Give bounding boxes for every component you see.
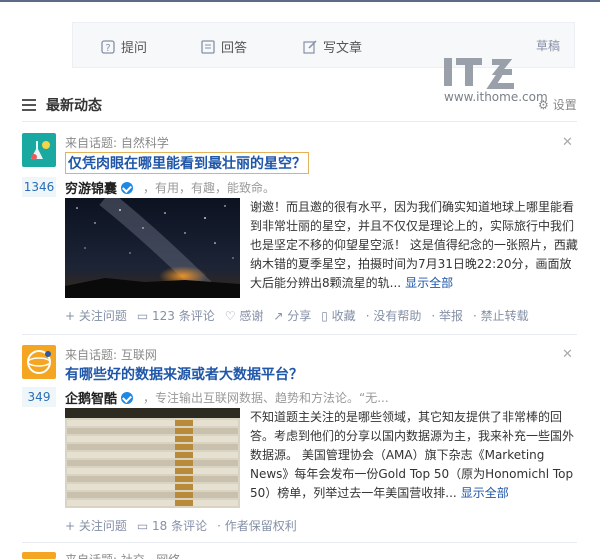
follow-question-button[interactable]: + 关注问题: [65, 307, 127, 324]
vote-count[interactable]: 349: [22, 387, 56, 407]
comment-icon: ▭: [136, 309, 153, 323]
ithome-logo-icon: [444, 58, 514, 89]
item-topic-source: 来自话题: 自然科学: [65, 136, 169, 150]
thumbnail-row: [67, 452, 238, 458]
flask-icon: [30, 141, 50, 160]
watermark-url: www.ithome.com: [444, 90, 548, 104]
thumbnail-row: [67, 500, 238, 506]
topic-avatar-science[interactable]: [22, 133, 56, 167]
answer-icon: [201, 39, 215, 54]
show-all-link[interactable]: 显示全部: [461, 486, 509, 500]
settings-button[interactable]: ⚙ 设置: [538, 96, 577, 113]
author-name[interactable]: 企鹅智酷: [65, 388, 117, 407]
show-all-link[interactable]: 显示全部: [405, 276, 453, 290]
gear-icon: ⚙: [538, 97, 549, 112]
collect-button[interactable]: ▯ 收藏: [321, 307, 355, 324]
write-article-button[interactable]: 写文章: [303, 37, 362, 56]
thumbnail-row: [67, 476, 238, 482]
follow-question-button[interactable]: + 关注问题: [65, 517, 127, 534]
heart-icon: ♡: [224, 309, 240, 323]
divider: [22, 334, 577, 335]
thumbnail-highlight-cell: [175, 444, 193, 450]
thumbnail-row: [67, 484, 238, 490]
feed-title: 最新动态: [46, 98, 102, 114]
thumbnail-highlight-cell: [175, 476, 193, 482]
comment-icon: ▭: [136, 519, 153, 533]
author-bio: ，有用，有趣，能致命。: [143, 181, 276, 195]
thumbnail-row: [67, 468, 238, 474]
pencil-icon: [303, 39, 317, 54]
item-topic-source: 来自话题: 互联网: [65, 348, 157, 362]
question-icon: ?: [101, 39, 115, 54]
svg-text:?: ?: [105, 43, 110, 54]
thumbnail-row: [67, 492, 238, 498]
feed-header: 最新动态: [22, 95, 102, 115]
ask-button[interactable]: ? 提问: [101, 37, 147, 56]
topic-avatar-internet[interactable]: [22, 345, 56, 379]
author-bio: ，专注输出互联网数据、趋势和方法论。“无...: [143, 391, 389, 405]
answer-excerpt: 不知道题主关注的是哪些领域，其它知友提供了非常棒的回答。考虑到他们的分享以国内数…: [250, 410, 575, 500]
verified-badge-icon: [121, 391, 134, 404]
thumbnail-row: [67, 460, 238, 466]
vote-count[interactable]: 1346: [22, 177, 56, 197]
list-icon: [22, 99, 36, 111]
thumbnail-highlight-cell: [175, 500, 193, 506]
question-title[interactable]: 有哪些好的数据来源或者大数据平台？: [65, 364, 303, 384]
no-repost-label: · 禁止转载: [472, 309, 529, 323]
divider: [22, 121, 577, 122]
thumbnail-highlight-cell: [175, 460, 193, 466]
answer-button[interactable]: 回答: [201, 37, 247, 56]
thumbnail-highlight-cell: [175, 492, 193, 498]
thumbnail-row: [67, 436, 238, 442]
thumbnail-highlight-cell: [175, 436, 193, 442]
divider: [22, 542, 577, 543]
data-table-thumbnail[interactable]: [65, 408, 240, 508]
thumbnail-row: [67, 420, 238, 426]
item-topic-source: 来自话题: 社交 · 网络: [65, 551, 180, 559]
share-button[interactable]: ↗ 分享: [273, 307, 311, 324]
top-accent-line: [0, 0, 600, 2]
answer-actions: + 关注问题 ▭ 18 条评论 · 作者保留权利: [65, 517, 297, 534]
report-button[interactable]: · 举报: [431, 307, 463, 324]
question-title[interactable]: 仅凭肉眼在哪里能看到最壮丽的星空？: [65, 152, 309, 174]
author-line: 穷游锦囊 ，有用，有趣，能致命。: [65, 178, 275, 197]
starry-sky-thumbnail[interactable]: [65, 198, 240, 298]
bookmark-icon: ▯: [321, 309, 332, 323]
thumbnail-highlight-cell: [175, 468, 193, 474]
thanks-button[interactable]: ♡ 感谢: [225, 307, 264, 324]
thumbnail-highlight-cell: [175, 484, 193, 490]
thumbnail-highlight-cell: [175, 452, 193, 458]
thumbnail-row: [67, 428, 238, 434]
thumbnail-row: [67, 444, 238, 450]
topic-avatar-partial[interactable]: [22, 552, 56, 559]
thumbnail-highlight-cell: [175, 428, 193, 434]
comments-button[interactable]: ▭ 123 条评论: [137, 307, 215, 324]
globe-icon: [27, 350, 51, 374]
close-icon[interactable]: ✕: [562, 135, 573, 150]
not-helpful-button[interactable]: · 没有帮助: [366, 307, 422, 324]
comments-button[interactable]: ▭ 18 条评论: [137, 517, 207, 534]
thumbnail-highlight-cell: [175, 420, 193, 426]
answer-excerpt: 谢邀！而且邀的很有水平，因为我们确实知道地球上哪里能看到非常壮丽的星空，并且不仅…: [250, 200, 578, 290]
rights-reserved-label: · 作者保留权利: [217, 519, 297, 533]
author-name[interactable]: 穷游锦囊: [65, 178, 117, 197]
share-icon: ↗: [273, 309, 288, 323]
author-line: 企鹅智酷 ，专注输出互联网数据、趋势和方法论。“无...: [65, 388, 389, 407]
answer-actions: + 关注问题 ▭ 123 条评论 ♡ 感谢 ↗ 分享 ▯ 收藏 · 没有帮助 ·…: [65, 307, 529, 324]
verified-badge-icon: [121, 181, 134, 194]
close-icon[interactable]: ✕: [562, 347, 573, 362]
